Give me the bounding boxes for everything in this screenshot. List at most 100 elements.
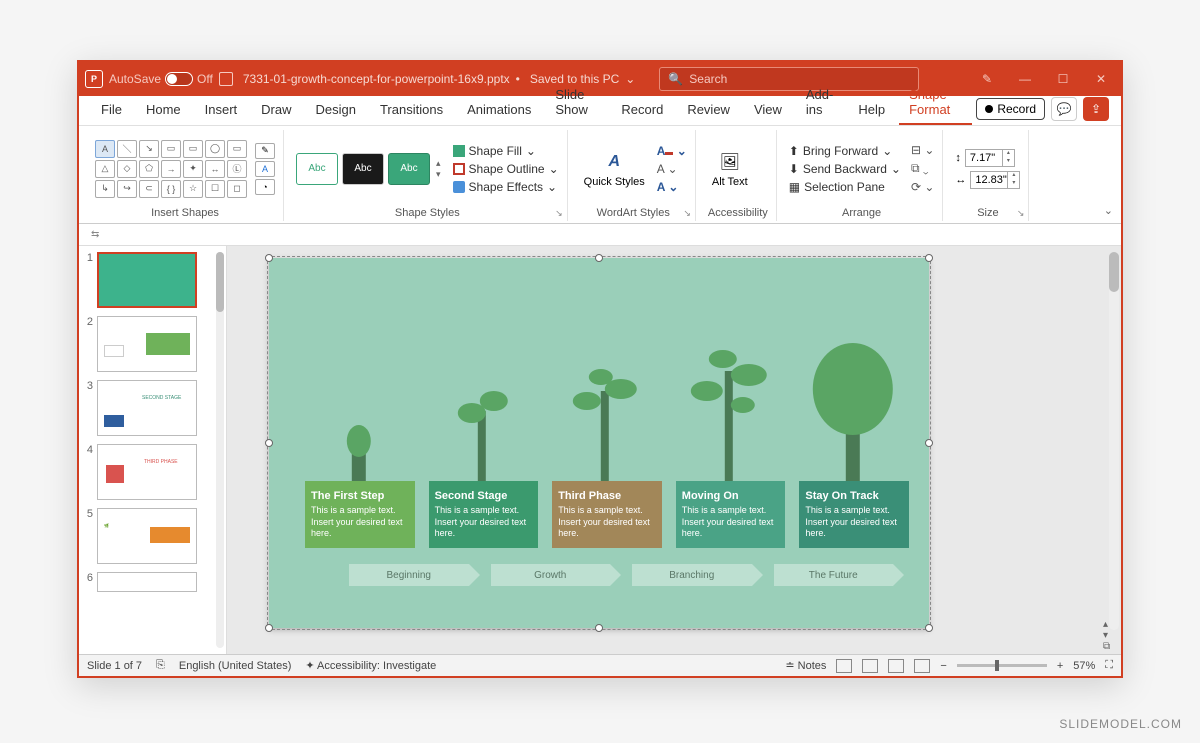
- shapes-gallery[interactable]: A＼↘▭▭◯▭ △◇⬠→✦↔Ⓛ ↳↪⊂{ }☆☐◻: [95, 140, 247, 198]
- width-input[interactable]: 12.83"▴▾: [970, 171, 1020, 189]
- canvas-nav-icons[interactable]: ▴▾⧉: [1103, 619, 1119, 652]
- zoom-in-button[interactable]: +: [1057, 660, 1063, 672]
- slide-thumbnail-1[interactable]: [97, 252, 197, 308]
- rotate-icon[interactable]: ⟳ ⌄: [911, 180, 934, 194]
- bring-forward-button[interactable]: ⬆Bring Forward ⌄: [789, 144, 901, 158]
- style-sample-2[interactable]: Abc: [342, 153, 384, 185]
- tab-home[interactable]: Home: [136, 96, 191, 125]
- arrow-2[interactable]: Growth: [491, 564, 611, 586]
- stage-3[interactable]: Third PhaseThis is a sample text. Insert…: [552, 341, 662, 548]
- quick-styles-button[interactable]: A Quick Styles: [580, 148, 649, 190]
- stage-1[interactable]: The First StepThis is a sample text. Ins…: [305, 341, 415, 548]
- arrow-3[interactable]: Branching: [632, 564, 752, 586]
- tab-draw[interactable]: Draw: [251, 96, 301, 125]
- slide-thumbnail-6[interactable]: [97, 572, 197, 592]
- styles-more-icon[interactable]: ▴▾: [434, 153, 443, 185]
- slide-canvas[interactable]: The First StepThis is a sample text. Ins…: [227, 246, 1121, 654]
- align-icon[interactable]: ⊟ ⌄: [911, 143, 934, 157]
- tab-file[interactable]: File: [91, 96, 132, 125]
- quick-access-overflow[interactable]: ⇆: [79, 224, 1121, 246]
- fit-to-window-icon[interactable]: ⛶: [1105, 659, 1113, 672]
- zoom-level[interactable]: 57%: [1073, 660, 1095, 672]
- tab-transitions[interactable]: Transitions: [370, 96, 453, 125]
- effects-icon: [453, 181, 465, 193]
- maximize-button[interactable]: ☐: [1053, 72, 1073, 86]
- document-filename: 7331-01-growth-concept-for-powerpoint-16…: [243, 72, 510, 86]
- send-backward-button[interactable]: ⬇Send Backward ⌄: [789, 162, 901, 176]
- zoom-slider[interactable]: [957, 664, 1047, 667]
- slide-indicator[interactable]: Slide 1 of 7: [87, 660, 142, 672]
- arrow-1[interactable]: Beginning: [349, 564, 469, 586]
- dialog-launcher-icon[interactable]: ↘: [683, 208, 691, 219]
- autosave-toggle[interactable]: AutoSave Off: [109, 72, 213, 86]
- collapse-ribbon-icon[interactable]: ⌄: [1104, 204, 1113, 217]
- group-label-size: Size↘: [955, 205, 1020, 219]
- app-icon: P: [85, 70, 103, 88]
- shape-outline-button[interactable]: Shape Outline ⌄: [453, 162, 559, 176]
- stage-4[interactable]: Moving OnThis is a sample text. Insert y…: [676, 341, 786, 548]
- language-indicator[interactable]: English (United States): [179, 660, 292, 672]
- tab-shape-format[interactable]: Shape Format: [899, 81, 972, 125]
- comments-button[interactable]: 💬: [1051, 97, 1077, 121]
- arrow-4[interactable]: The Future: [774, 564, 894, 586]
- minimize-button[interactable]: —: [1015, 72, 1035, 86]
- slide-thumbnail-5[interactable]: 🌿: [97, 508, 197, 564]
- accessibility-status[interactable]: ✦ Accessibility: Investigate: [305, 659, 436, 672]
- group-label-accessibility: Accessibility: [708, 205, 768, 219]
- autosave-label: AutoSave: [109, 72, 161, 86]
- height-input[interactable]: 7.17"▴▾: [965, 149, 1015, 167]
- tab-insert[interactable]: Insert: [195, 96, 248, 125]
- normal-view-icon[interactable]: [836, 659, 852, 673]
- shape-fill-button[interactable]: Shape Fill ⌄: [453, 144, 559, 158]
- group-icon[interactable]: ⧉ ⌄: [911, 161, 934, 176]
- share-button[interactable]: ⇪: [1083, 97, 1109, 121]
- stage-5[interactable]: Stay On TrackThis is a sample text. Inse…: [799, 341, 909, 548]
- toggle-icon[interactable]: [165, 72, 193, 86]
- search-box[interactable]: 🔍 Search: [659, 67, 919, 91]
- tab-slide-show[interactable]: Slide Show: [545, 81, 607, 125]
- bring-forward-icon: ⬆: [789, 144, 799, 158]
- style-sample-3[interactable]: Abc: [388, 153, 430, 185]
- powerpoint-window: P AutoSave Off 7331-01-growth-concept-fo…: [77, 60, 1123, 678]
- style-sample-1[interactable]: Abc: [296, 153, 338, 185]
- tab-view[interactable]: View: [744, 96, 792, 125]
- text-effects-icon[interactable]: A ⌄: [657, 180, 687, 194]
- thumb-number: 6: [83, 572, 93, 592]
- tab-record[interactable]: Record: [611, 96, 673, 125]
- slide-thumbnail-3[interactable]: SECOND STAGE: [97, 380, 197, 436]
- slide-sorter-icon[interactable]: [862, 659, 878, 673]
- canvas-scrollbar[interactable]: [1109, 252, 1119, 630]
- zoom-out-button[interactable]: −: [940, 660, 946, 672]
- dialog-launcher-icon[interactable]: ↘: [555, 208, 563, 219]
- thumbnail-scrollbar[interactable]: [216, 252, 224, 648]
- tab-review[interactable]: Review: [677, 96, 740, 125]
- tab-design[interactable]: Design: [306, 96, 366, 125]
- text-box-icon[interactable]: A: [255, 161, 275, 177]
- text-prediction-icon[interactable]: ⎘: [156, 659, 165, 672]
- pen-icon[interactable]: ✎: [977, 72, 997, 86]
- merge-shapes-icon[interactable]: ◔: [255, 179, 275, 195]
- stage-2[interactable]: Second StageThis is a sample text. Inser…: [429, 341, 539, 548]
- alt-text-button[interactable]: 🖼 Alt Text: [708, 148, 752, 190]
- tab-animations[interactable]: Animations: [457, 96, 541, 125]
- slide-thumbnail-2[interactable]: [97, 316, 197, 372]
- slideshow-view-icon[interactable]: [914, 659, 930, 673]
- outline-swatch-icon: [453, 163, 465, 175]
- send-backward-icon: ⬇: [789, 162, 799, 176]
- slide-thumbnail-4[interactable]: THIRD PHASE: [97, 444, 197, 500]
- slide-content[interactable]: The First StepThis is a sample text. Ins…: [269, 258, 929, 628]
- record-button[interactable]: Record: [976, 98, 1045, 120]
- notes-button[interactable]: ≐ Notes: [785, 659, 826, 672]
- reading-view-icon[interactable]: [888, 659, 904, 673]
- tab-add-ins[interactable]: Add-ins: [796, 81, 844, 125]
- dialog-launcher-icon[interactable]: ↘: [1017, 208, 1025, 219]
- edit-shape-icon[interactable]: ✎: [255, 143, 275, 159]
- text-outline-icon[interactable]: A ⌄: [657, 162, 687, 176]
- shapes-side-buttons[interactable]: ✎ A ◔: [255, 143, 275, 195]
- selection-pane-button[interactable]: ▦Selection Pane: [789, 180, 901, 194]
- save-icon[interactable]: [219, 72, 233, 86]
- shape-effects-button[interactable]: Shape Effects ⌄: [453, 180, 559, 194]
- text-fill-icon[interactable]: A ⌄: [657, 144, 687, 158]
- tab-help[interactable]: Help: [848, 96, 895, 125]
- close-button[interactable]: ✕: [1091, 72, 1111, 86]
